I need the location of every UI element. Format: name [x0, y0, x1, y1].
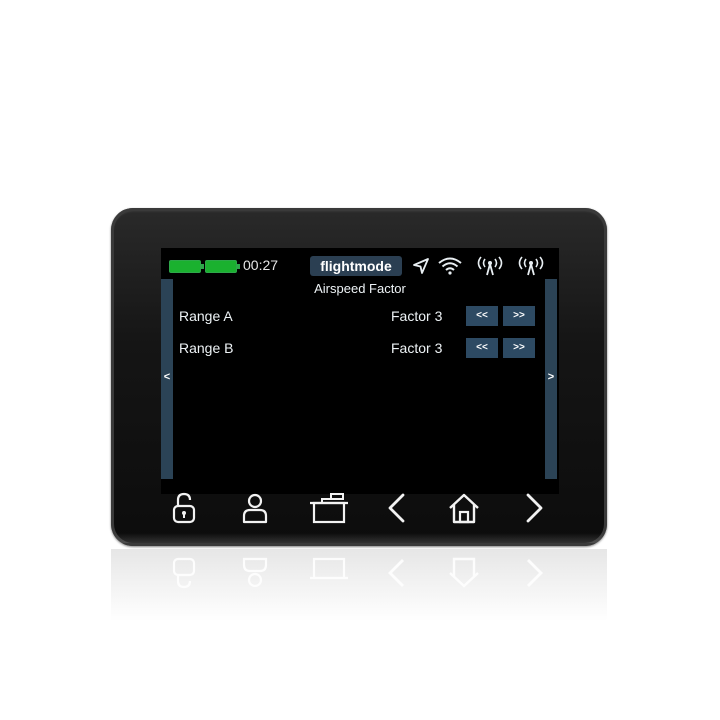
home-button[interactable]: [446, 490, 482, 526]
range-a-decrement-button[interactable]: <<: [466, 306, 498, 326]
home-icon: [449, 557, 479, 588]
range-b-factor-value: Factor 3: [391, 340, 443, 356]
unlock-icon: [172, 557, 196, 589]
chevron-left-icon: [388, 559, 404, 587]
chevron-left-icon: [388, 493, 405, 523]
range-a-increment-button[interactable]: >>: [503, 306, 535, 326]
home-icon: [449, 493, 479, 524]
range-b-decrement-button[interactable]: <<: [466, 338, 498, 358]
antenna-signal-icon: [518, 256, 544, 276]
chevron-right-icon: [526, 493, 543, 523]
page-prev-button[interactable]: <: [161, 279, 173, 479]
transmitter-display-device: 00:27 flightmode Airspeed Factor < > Ran…: [111, 208, 607, 546]
antenna-signal-icon: [477, 256, 503, 276]
chevron-right-icon: [527, 559, 543, 587]
user-icon: [242, 493, 268, 524]
device-reflection: [111, 549, 607, 639]
status-bar: 00:27 flightmode: [161, 256, 559, 278]
range-a-label: Range A: [179, 308, 233, 324]
wifi-icon: [438, 257, 462, 275]
page-next-button[interactable]: >: [545, 279, 557, 479]
page-title: Airspeed Factor: [314, 281, 406, 296]
forward-button[interactable]: [516, 490, 552, 526]
user-icon: [242, 557, 268, 588]
unlock-icon: [172, 492, 196, 524]
range-b-increment-button[interactable]: >>: [503, 338, 535, 358]
back-button[interactable]: [379, 490, 415, 526]
model-button[interactable]: [307, 490, 351, 526]
unlock-button[interactable]: [166, 490, 202, 526]
range-a-factor-value: Factor 3: [391, 308, 443, 324]
user-button[interactable]: [237, 490, 273, 526]
gps-arrow-icon: [413, 258, 429, 274]
lcd-screen: 00:27 flightmode Airspeed Factor < > Ran…: [161, 248, 559, 494]
battery-icon: [169, 260, 204, 273]
flightmode-badge[interactable]: flightmode: [310, 256, 402, 276]
range-b-label: Range B: [179, 340, 234, 356]
timer-display: 00:27: [243, 257, 279, 273]
chevron-left-icon: <: [163, 371, 171, 383]
chevron-right-icon: >: [547, 371, 555, 383]
model-icon: [310, 493, 348, 524]
battery-icon: [205, 260, 240, 273]
model-icon: [310, 557, 348, 580]
